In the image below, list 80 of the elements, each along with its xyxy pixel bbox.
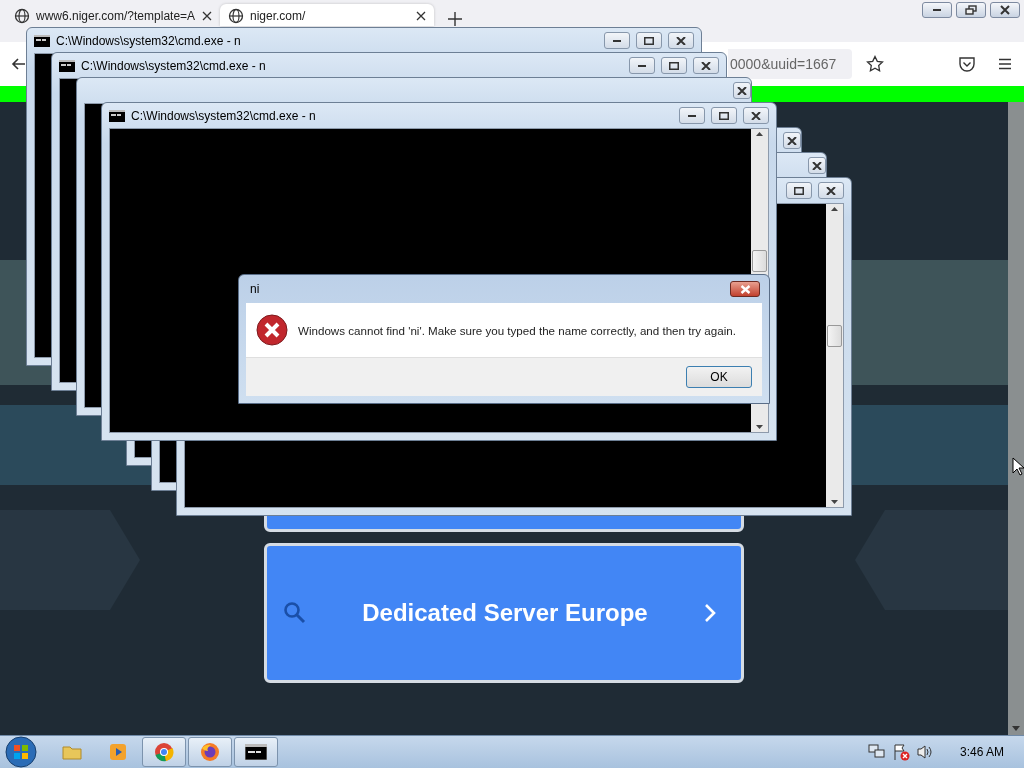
console-icon — [245, 744, 267, 760]
minimize-button[interactable] — [922, 2, 952, 18]
maximize-icon — [794, 186, 804, 195]
minimize-icon — [638, 64, 646, 67]
address-field[interactable]: 0000&uuid=1667 — [728, 49, 852, 79]
maximize-icon — [669, 61, 679, 70]
console-icon — [59, 59, 75, 72]
close-icon — [701, 61, 711, 70]
taskbar-app-button[interactable] — [188, 737, 232, 767]
scrollbar[interactable] — [826, 204, 843, 507]
star-icon[interactable] — [866, 55, 884, 73]
restore-icon — [965, 5, 977, 15]
network-icon[interactable] — [867, 744, 886, 760]
chevron-right-icon — [703, 603, 717, 623]
close-button[interactable] — [808, 157, 826, 174]
close-icon[interactable] — [202, 11, 212, 21]
window-title: C:\Windows\system32\cmd.exe - n — [56, 33, 242, 48]
close-button[interactable] — [743, 107, 769, 124]
scrollbar[interactable] — [1008, 102, 1024, 735]
new-tab-icon[interactable] — [448, 12, 462, 26]
window-title: C:\Windows\system32\cmd.exe - n — [81, 58, 267, 73]
cursor-icon — [1012, 457, 1024, 476]
up-arrow-icon[interactable] — [831, 207, 838, 211]
clock[interactable]: 3:46 AM — [959, 745, 1004, 759]
globe-icon — [14, 8, 30, 24]
pocket-icon[interactable] — [958, 55, 976, 73]
close-button[interactable] — [783, 132, 801, 149]
start-button[interactable] — [4, 736, 38, 768]
down-arrow-icon[interactable] — [1012, 726, 1020, 731]
server-button[interactable]: Dedicated Server Europe — [264, 543, 744, 683]
close-button[interactable] — [818, 182, 844, 199]
down-arrow-icon[interactable] — [831, 500, 838, 504]
firefox-icon — [200, 742, 220, 762]
close-button[interactable] — [693, 57, 719, 74]
window-title: C:\Windows\system32\cmd.exe - n — [131, 108, 317, 123]
close-button[interactable] — [668, 32, 694, 49]
console-icon — [109, 109, 125, 122]
minimize-button[interactable] — [679, 107, 705, 124]
error-icon — [256, 314, 288, 346]
close-button[interactable] — [990, 2, 1020, 18]
taskbar-app-button[interactable] — [234, 737, 278, 767]
chrome-icon — [154, 742, 174, 762]
error-message: Windows cannot find 'ni'. Make sure you typed the name correctly, and then try again. — [298, 323, 736, 337]
close-icon — [787, 136, 797, 145]
close-icon[interactable] — [416, 11, 426, 21]
minimize-icon — [688, 114, 696, 117]
dialog-title: ni — [250, 282, 260, 296]
scroll-thumb[interactable] — [752, 249, 767, 272]
scroll-thumb[interactable] — [827, 324, 842, 347]
close-icon — [737, 86, 747, 95]
close-icon — [826, 186, 836, 195]
maximize-icon — [644, 36, 654, 45]
down-arrow-icon[interactable] — [756, 425, 763, 429]
folder-icon — [62, 744, 82, 760]
close-icon — [1000, 5, 1010, 15]
close-icon — [812, 161, 822, 170]
close-button[interactable] — [733, 82, 751, 99]
minimize-icon — [933, 9, 941, 11]
maximize-button[interactable] — [786, 182, 812, 199]
search-icon — [283, 601, 307, 625]
maximize-button[interactable] — [636, 32, 662, 49]
close-icon — [751, 111, 761, 120]
globe-icon — [228, 8, 244, 24]
restore-button[interactable] — [956, 2, 986, 18]
close-icon — [676, 36, 686, 45]
browser-tab[interactable]: www6.niger.com/?template=A — [6, 4, 220, 26]
browser-tab[interactable]: niger.com/ — [220, 4, 434, 26]
minimize-button[interactable] — [629, 57, 655, 74]
media-player-icon — [109, 743, 127, 761]
console-icon — [34, 34, 50, 47]
speaker-icon[interactable] — [915, 744, 934, 760]
maximize-icon — [719, 111, 729, 120]
flag-icon[interactable] — [891, 743, 910, 761]
ok-button[interactable]: OK — [686, 366, 752, 388]
close-button[interactable] — [730, 281, 760, 297]
minimize-button[interactable] — [604, 32, 630, 49]
maximize-button[interactable] — [711, 107, 737, 124]
close-icon — [739, 284, 751, 294]
maximize-button[interactable] — [661, 57, 687, 74]
up-arrow-icon[interactable] — [756, 132, 763, 136]
